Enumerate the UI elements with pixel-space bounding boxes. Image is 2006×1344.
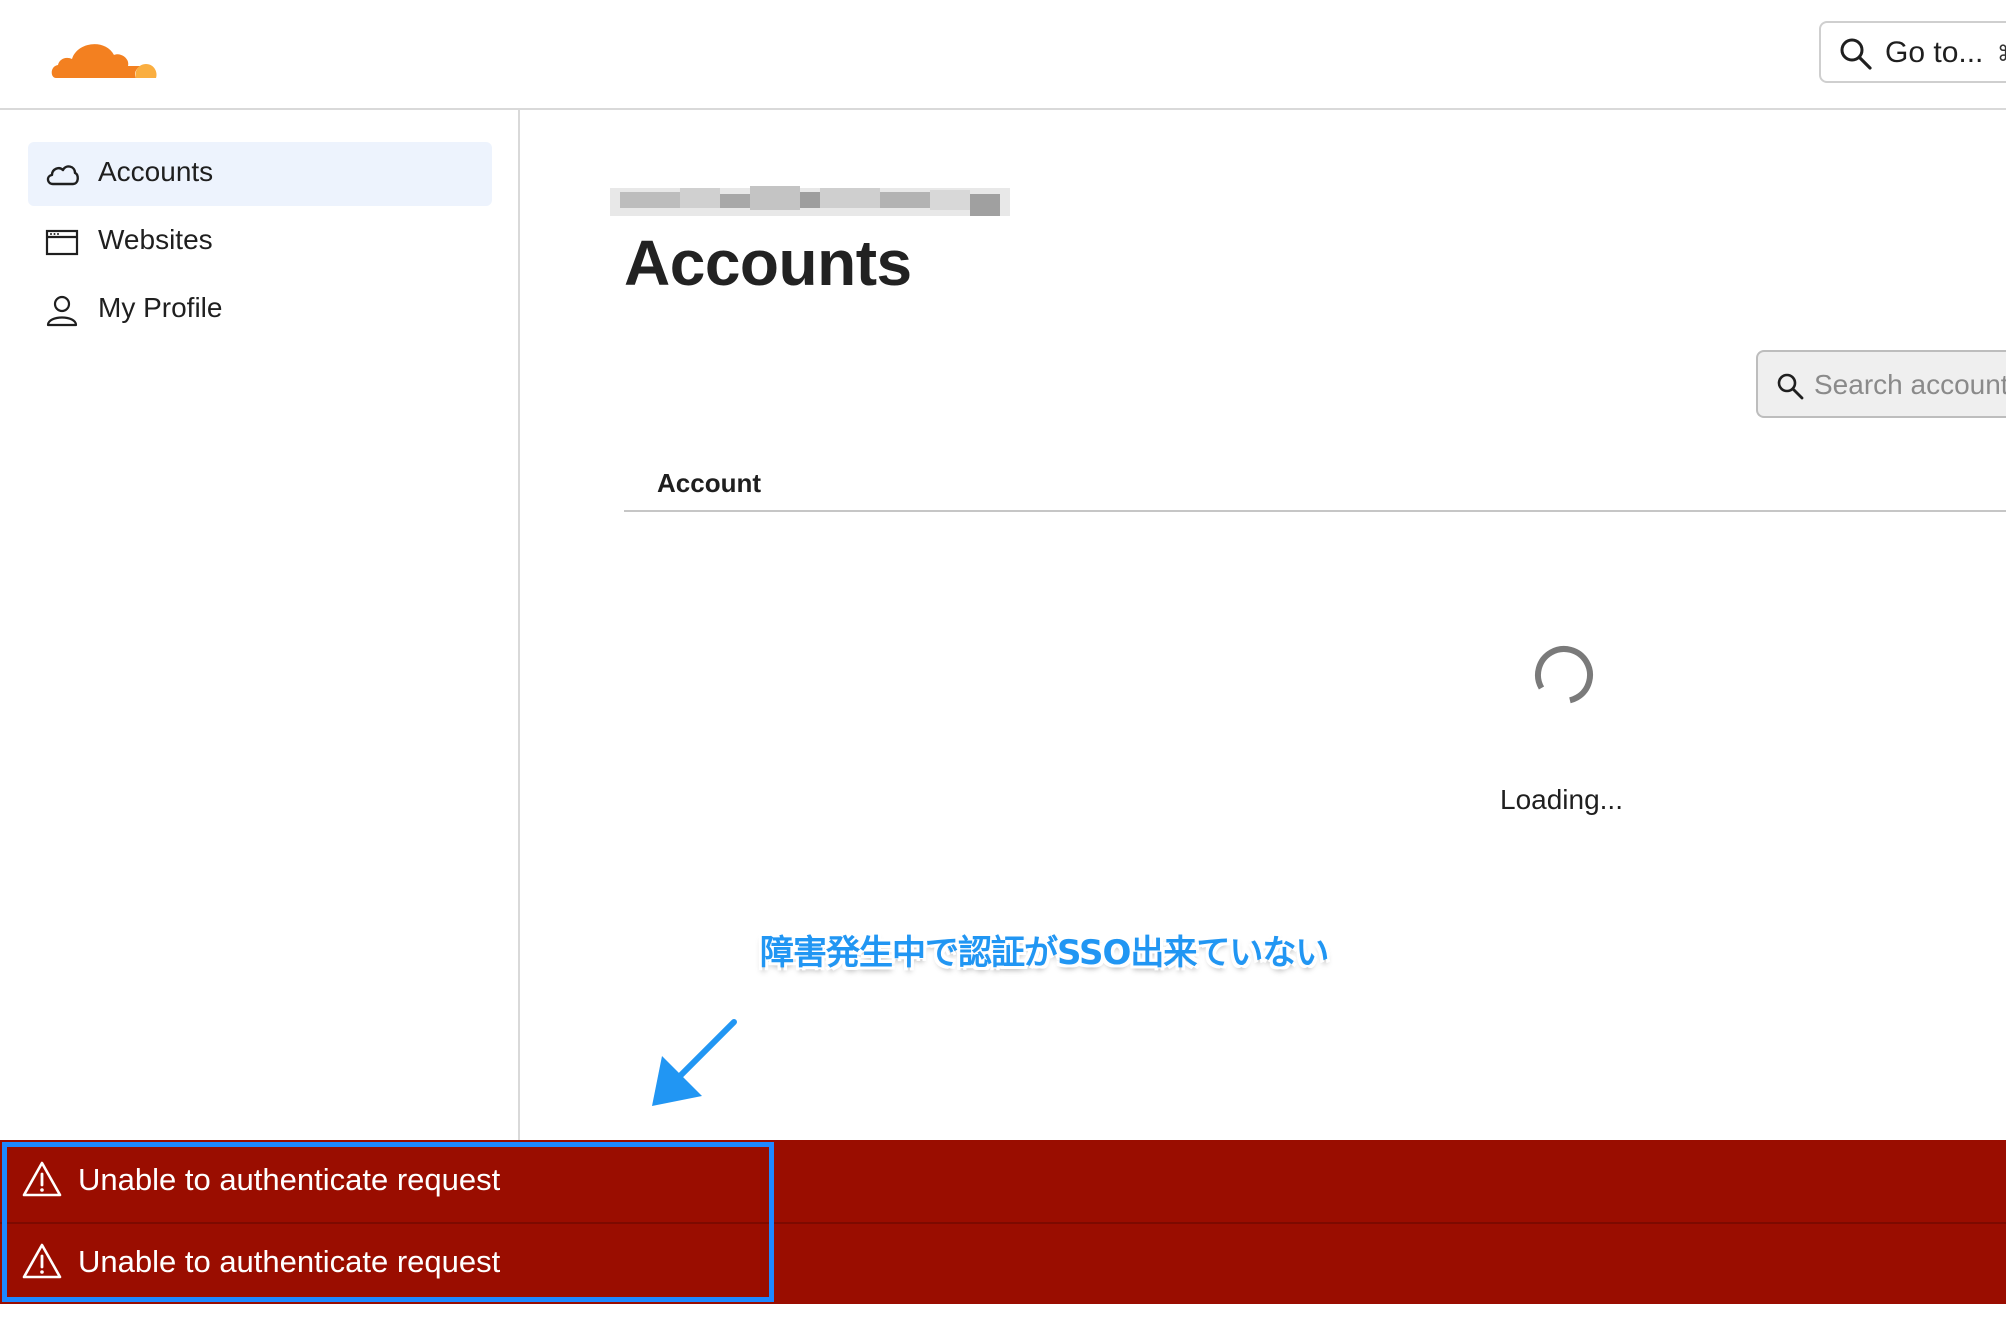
main-content: Accounts Account: [520, 110, 2006, 1140]
user-icon: [46, 295, 78, 327]
sidebar-item-label: Accounts: [98, 156, 214, 187]
warning-icon: [22, 1243, 62, 1279]
goto-label: Go to...: [1885, 36, 1984, 69]
redacted-account-name: [610, 186, 1010, 216]
search-input[interactable]: [1812, 362, 2006, 408]
search-accounts-box[interactable]: [1756, 350, 2006, 418]
search-icon: [1777, 373, 1804, 400]
page-title: Accounts: [624, 227, 912, 299]
sidebar-item-my-profile[interactable]: My Profile: [28, 278, 492, 342]
sidebar-item-label: Websites: [98, 224, 213, 255]
annotation-arrow-icon: [652, 1019, 737, 1106]
warning-icon: [22, 1161, 62, 1197]
sidebar-item-label: My Profile: [98, 292, 223, 323]
error-message: Unable to authenticate request: [78, 1244, 501, 1279]
cloudflare-logo[interactable]: [50, 28, 158, 80]
error-message: Unable to authenticate request: [78, 1162, 501, 1197]
sidebar-item-websites[interactable]: Websites: [28, 210, 492, 274]
cloud-icon: [46, 165, 79, 186]
top-bar: Go to... ⌘: [0, 0, 2006, 110]
error-notification-bar: Unable to authenticate request Unable to…: [0, 1140, 2006, 1304]
error-notification: Unable to authenticate request: [0, 1142, 2006, 1224]
loading-text: Loading...: [1500, 784, 1623, 815]
search-icon: [1840, 38, 1872, 70]
sidebar: Accounts Websites My Profile: [0, 110, 520, 1140]
browser-window-icon: [45, 229, 79, 256]
sidebar-item-accounts[interactable]: Accounts: [28, 142, 492, 206]
goto-button[interactable]: Go to... ⌘: [1819, 21, 2006, 83]
annotation-text: 障害発生中で認証がSSO出来ていない: [760, 933, 1329, 973]
command-key-icon: ⌘: [1997, 41, 2006, 67]
loading-spinner-icon: [1535, 646, 1593, 704]
error-notification: Unable to authenticate request: [0, 1224, 2006, 1304]
bottom-margin: [0, 1304, 2006, 1344]
column-header-account[interactable]: Account: [657, 468, 761, 499]
table-header-divider: [624, 510, 2006, 512]
